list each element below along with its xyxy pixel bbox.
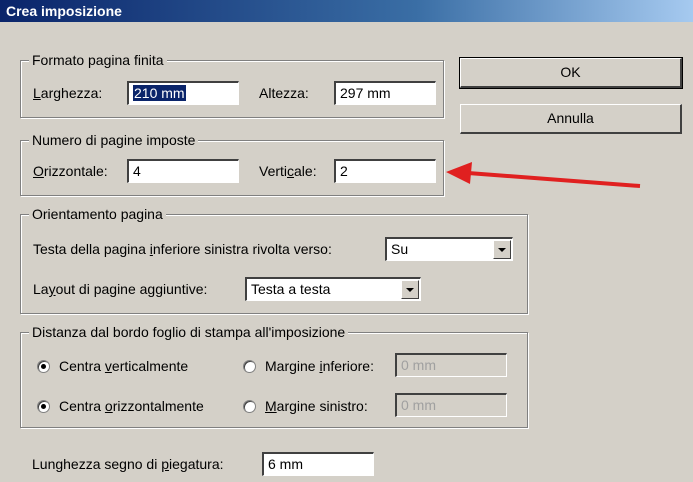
orizzontale-label: Orizzontale: [33,163,108,179]
verticale-label: Verticale: [259,163,317,179]
group-orientamento: Orientamento pagina Testa della pagina i… [20,205,528,314]
centra-verticalmente-label[interactable]: Centra verticalmente [59,356,188,376]
testa-value: Su [391,241,409,257]
chevron-down-icon[interactable] [493,240,511,259]
group-legend: Orientamento pagina [29,205,166,223]
margine-sinistro-label[interactable]: Margine sinistro: [265,396,368,416]
altezza-input[interactable]: 297 mm [334,81,436,105]
centra-verticalmente-radio[interactable] [37,360,50,373]
red-arrow-icon [446,162,641,188]
cancel-button[interactable]: Annulla [460,104,682,134]
chevron-down-icon[interactable] [401,280,419,299]
piegatura-label: Lunghezza segno di piegatura: [32,456,224,472]
verticale-input[interactable]: 2 [334,159,436,183]
title-bar: Crea imposizione [0,0,693,22]
group-distanza: Distanza dal bordo foglio di stampa all'… [20,323,528,428]
larghezza-input[interactable]: 210 mm [127,81,239,105]
layout-value: Testa a testa [251,281,331,297]
margine-sinistro-radio[interactable] [243,400,256,413]
group-legend: Distanza dal bordo foglio di stampa all'… [29,323,349,341]
centra-orizzontalmente-radio[interactable] [37,400,50,413]
group-formato-pagina: Formato pagina finita Larghezza: 210 mm … [20,51,444,118]
larghezza-label: Larghezza: [33,85,103,101]
layout-label: Layout di pagine aggiuntive: [33,281,208,297]
margine-inferiore-input[interactable]: 0 mm [395,353,507,377]
margine-inferiore-label[interactable]: Margine inferiore: [265,356,374,376]
centra-orizzontalmente-label[interactable]: Centra orizzontalmente [59,396,204,416]
window-title: Crea imposizione [6,3,122,19]
larghezza-value: 210 mm [133,85,186,101]
group-legend: Numero di pagine imposte [29,131,199,149]
layout-select[interactable]: Testa a testa [245,277,421,301]
group-legend: Formato pagina finita [29,51,167,69]
group-numero-pagine: Numero di pagine imposte Orizzontale: 4 … [20,131,444,196]
testa-label: Testa della pagina inferiore sinistra ri… [33,241,332,257]
orizzontale-input[interactable]: 4 [127,159,239,183]
margine-sinistro-input[interactable]: 0 mm [395,393,507,417]
piegatura-input[interactable]: 6 mm [262,452,374,476]
ok-button[interactable]: OK [459,57,683,89]
altezza-label: Altezza: [259,85,309,101]
margine-inferiore-radio[interactable] [243,360,256,373]
testa-select[interactable]: Su [385,237,513,261]
